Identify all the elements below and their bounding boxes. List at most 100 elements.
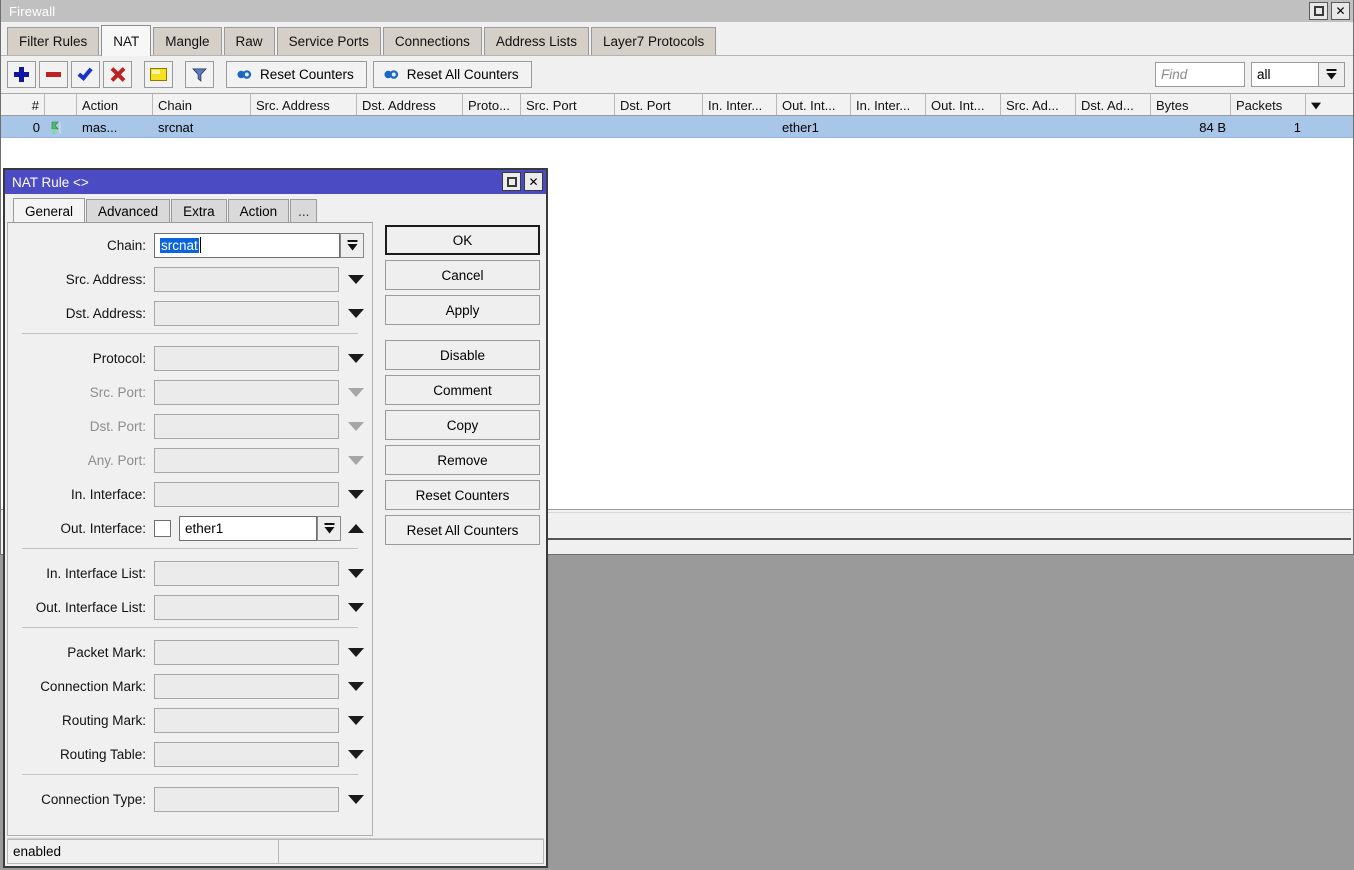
label-routing-mark: Routing Mark: bbox=[8, 713, 154, 728]
ok-button[interactable]: OK bbox=[385, 225, 540, 255]
table-row[interactable]: 0 mas... srcnat ether1 84 B 1 bbox=[1, 116, 1353, 138]
routing-table-input[interactable] bbox=[154, 742, 339, 767]
dialog-tab-more[interactable]: ... bbox=[290, 199, 317, 222]
filter-button[interactable] bbox=[185, 61, 214, 88]
remove-button[interactable]: Remove bbox=[385, 445, 540, 475]
comment-button[interactable]: Comment bbox=[385, 375, 540, 405]
remove-rule-button[interactable] bbox=[39, 61, 68, 88]
disable-button[interactable]: Disable bbox=[385, 340, 540, 370]
field-row-out-interface: Out. Interface: ether1 bbox=[8, 514, 372, 542]
out-interface-list-dropdown-icon[interactable] bbox=[348, 603, 364, 612]
cell-bytes: 84 B bbox=[1151, 116, 1231, 137]
maximize-button[interactable] bbox=[1309, 2, 1328, 20]
col-header-src-port[interactable]: Src. Port bbox=[521, 94, 615, 115]
label-out-interface: Out. Interface: bbox=[8, 521, 154, 536]
tab-mangle[interactable]: Mangle bbox=[153, 27, 221, 55]
add-rule-button[interactable] bbox=[7, 61, 36, 88]
tab-connections[interactable]: Connections bbox=[383, 27, 482, 55]
dialog-window-controls: ✕ bbox=[502, 172, 543, 191]
filter-select[interactable]: all bbox=[1251, 62, 1319, 87]
routing-mark-input[interactable] bbox=[154, 708, 339, 733]
col-header-src-address-list[interactable]: Src. Ad... bbox=[1001, 94, 1076, 115]
comment-button[interactable] bbox=[144, 61, 173, 88]
tab-address-lists[interactable]: Address Lists bbox=[484, 27, 589, 55]
out-interface-dropdown-button[interactable] bbox=[317, 516, 341, 541]
col-header-out-interface[interactable]: Out. Int... bbox=[777, 94, 851, 115]
col-header-bytes[interactable]: Bytes bbox=[1151, 94, 1231, 115]
tab-nat[interactable]: NAT bbox=[101, 25, 151, 56]
any-port-dropdown-icon bbox=[348, 456, 364, 465]
dialog-tab-general[interactable]: General bbox=[13, 198, 85, 223]
dst-address-dropdown-icon[interactable] bbox=[348, 309, 364, 318]
reset-all-counters-icon bbox=[383, 67, 399, 82]
col-header-num[interactable]: # bbox=[1, 94, 45, 115]
dialog-maximize-button[interactable] bbox=[502, 172, 521, 191]
col-header-dst-address[interactable]: Dst. Address bbox=[357, 94, 463, 115]
in-interface-list-input[interactable] bbox=[154, 561, 339, 586]
dialog-tab-action[interactable]: Action bbox=[228, 199, 290, 222]
connection-type-input[interactable] bbox=[154, 787, 339, 812]
reset-all-counters-button[interactable]: Reset All Counters bbox=[385, 515, 540, 545]
connection-mark-input[interactable] bbox=[154, 674, 339, 699]
disable-rule-button[interactable] bbox=[103, 61, 132, 88]
apply-button[interactable]: Apply bbox=[385, 295, 540, 325]
in-interface-dropdown-icon[interactable] bbox=[348, 490, 364, 499]
field-row-in-interface-list: In. Interface List: bbox=[8, 559, 372, 587]
col-header-packets[interactable]: Packets bbox=[1231, 94, 1306, 115]
reset-all-counters-button[interactable]: Reset All Counters bbox=[373, 61, 532, 88]
packet-mark-dropdown-icon[interactable] bbox=[348, 648, 364, 657]
col-header-protocol[interactable]: Proto... bbox=[463, 94, 521, 115]
protocol-dropdown-icon[interactable] bbox=[348, 354, 364, 363]
cell-dst-port bbox=[615, 116, 703, 137]
col-header-out-interface-list[interactable]: Out. Int... bbox=[926, 94, 1001, 115]
column-chooser-button[interactable] bbox=[1306, 94, 1326, 115]
protocol-input[interactable] bbox=[154, 346, 339, 371]
connection-type-dropdown-icon[interactable] bbox=[348, 795, 364, 804]
close-button[interactable]: ✕ bbox=[1331, 2, 1350, 20]
cell-in-interface-list bbox=[851, 116, 926, 137]
window-title: Firewall bbox=[9, 4, 55, 19]
dialog-tab-advanced[interactable]: Advanced bbox=[86, 199, 170, 222]
reset-counters-icon bbox=[236, 67, 252, 82]
out-interface-input[interactable]: ether1 bbox=[179, 516, 317, 541]
reset-counters-button[interactable]: Reset Counters bbox=[385, 480, 540, 510]
filter-dropdown-button[interactable] bbox=[1319, 62, 1345, 87]
cancel-button[interactable]: Cancel bbox=[385, 260, 540, 290]
packet-mark-input[interactable] bbox=[154, 640, 339, 665]
out-interface-list-input[interactable] bbox=[154, 595, 339, 620]
col-header-action[interactable]: Action bbox=[77, 94, 153, 115]
routing-table-dropdown-icon[interactable] bbox=[348, 750, 364, 759]
routing-mark-dropdown-icon[interactable] bbox=[348, 716, 364, 725]
tab-filter-rules[interactable]: Filter Rules bbox=[7, 27, 99, 55]
col-header-src-address[interactable]: Src. Address bbox=[251, 94, 357, 115]
col-header-flags[interactable] bbox=[45, 94, 77, 115]
search-input[interactable]: Find bbox=[1155, 62, 1245, 87]
field-row-dst-port: Dst. Port: bbox=[8, 412, 372, 440]
col-header-dst-port[interactable]: Dst. Port bbox=[615, 94, 703, 115]
in-interface-input[interactable] bbox=[154, 482, 339, 507]
dst-address-input[interactable] bbox=[154, 301, 339, 326]
tab-service-ports[interactable]: Service Ports bbox=[277, 27, 381, 55]
col-header-in-interface-list[interactable]: In. Inter... bbox=[851, 94, 926, 115]
in-interface-list-dropdown-icon[interactable] bbox=[348, 569, 364, 578]
copy-button[interactable]: Copy bbox=[385, 410, 540, 440]
x-icon bbox=[110, 67, 125, 82]
field-row-in-interface: In. Interface: bbox=[8, 480, 372, 508]
dialog-tab-extra[interactable]: Extra bbox=[171, 199, 227, 222]
col-header-chain[interactable]: Chain bbox=[153, 94, 251, 115]
connection-mark-dropdown-icon[interactable] bbox=[348, 682, 364, 691]
col-header-in-interface[interactable]: In. Inter... bbox=[703, 94, 777, 115]
out-interface-negate-checkbox[interactable] bbox=[154, 520, 171, 537]
out-interface-collapse-icon[interactable] bbox=[348, 524, 364, 533]
dialog-close-button[interactable]: ✕ bbox=[524, 172, 543, 191]
tab-raw[interactable]: Raw bbox=[224, 27, 275, 55]
src-address-dropdown-icon[interactable] bbox=[348, 275, 364, 284]
col-header-dst-address-list[interactable]: Dst. Ad... bbox=[1076, 94, 1151, 115]
chain-dropdown-button[interactable] bbox=[340, 233, 364, 258]
chain-input[interactable]: srcnat bbox=[154, 233, 340, 258]
enable-rule-button[interactable] bbox=[71, 61, 100, 88]
field-row-routing-table: Routing Table: bbox=[8, 740, 372, 768]
src-address-input[interactable] bbox=[154, 267, 339, 292]
tab-layer7-protocols[interactable]: Layer7 Protocols bbox=[591, 27, 716, 55]
reset-counters-button[interactable]: Reset Counters bbox=[226, 61, 367, 88]
